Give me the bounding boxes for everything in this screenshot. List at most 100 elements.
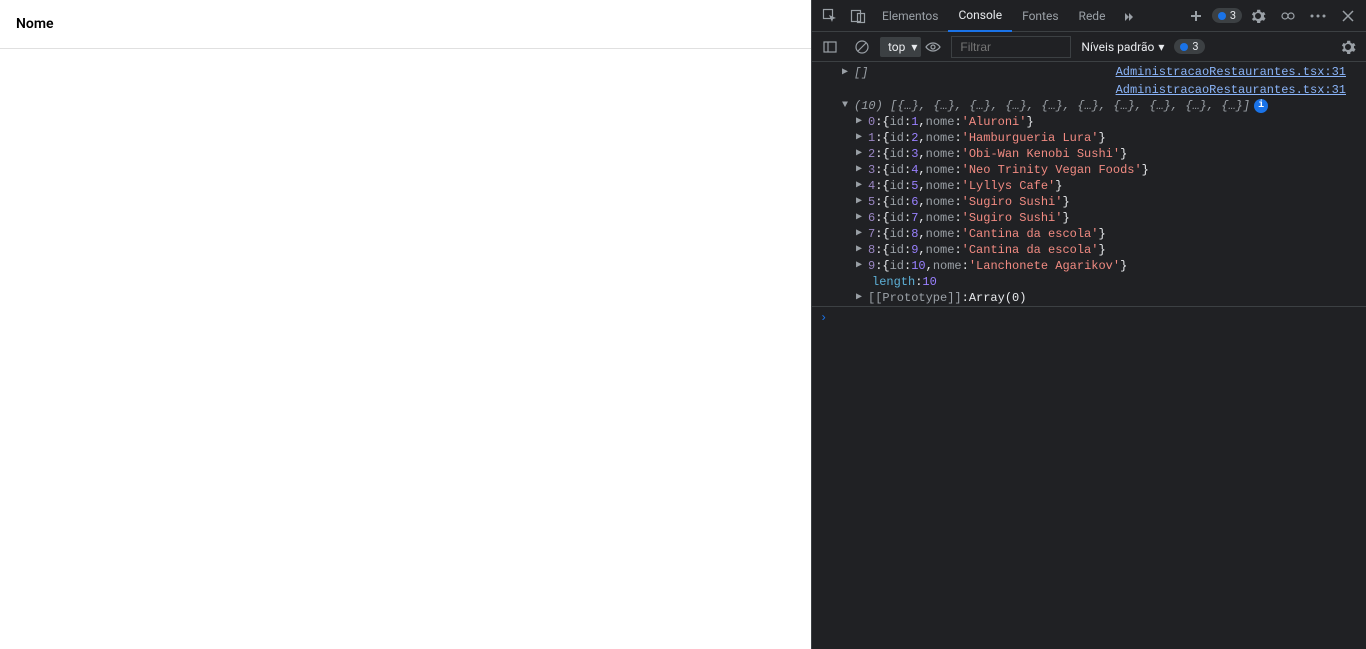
source-file-link[interactable]: AdministracaoRestaurantes.tsx:31 [1116,65,1346,79]
entry-id: 1 [911,114,918,130]
entry-nome: 'Sugiro Sushi' [962,194,1063,210]
issues-dot-icon [1218,12,1226,20]
entry-id: 9 [911,242,918,258]
entry-index: 0 [868,114,875,130]
clear-console-icon[interactable] [848,33,876,61]
devtools-tabs: Elementos Console Fontes Rede [872,0,1115,32]
array-entry-row[interactable]: ▶0: {id: 1, nome: 'Aluroni'} [812,114,1366,130]
expand-arrow-icon[interactable]: ▶ [856,194,866,210]
array-entry-row[interactable]: ▶5: {id: 6, nome: 'Sugiro Sushi'} [812,194,1366,210]
context-label: top [888,40,905,54]
device-toolbar-icon[interactable] [844,2,872,30]
array-header-row[interactable]: ▼ (10) [{…}, {…}, {…}, {…}, {…}, {…}, {…… [812,98,1366,114]
expand-arrow-icon[interactable]: ▶ [856,178,866,194]
entry-index: 1 [868,130,875,146]
log-levels-selector[interactable]: Níveis padrão ▾ [1075,40,1170,54]
entry-nome: 'Neo Trinity Vegan Foods' [962,162,1142,178]
devtools-panel: Elementos Console Fontes Rede 3 [811,0,1366,649]
entry-nome: 'Aluroni' [962,114,1027,130]
prototype-row[interactable]: ▶ [[Prototype]]: Array(0) [812,290,1366,306]
entry-id: 6 [911,194,918,210]
inspect-element-icon[interactable] [816,2,844,30]
tab-elements[interactable]: Elementos [872,0,948,32]
issues-badge[interactable]: 3 [1212,8,1242,23]
entry-nome: 'Lanchonete Agarikov' [969,258,1120,274]
expand-arrow-icon[interactable]: ▶ [856,290,866,306]
close-devtools-icon[interactable] [1334,2,1362,30]
levels-label: Níveis padrão [1081,40,1154,54]
length-key: length [872,274,915,290]
array-preview: [{…}, {…}, {…}, {…}, {…}, {…}, {…}, {…},… [890,98,1250,114]
entry-nome: 'Sugiro Sushi' [962,210,1063,226]
array-entry-row[interactable]: ▶6: {id: 7, nome: 'Sugiro Sushi'} [812,210,1366,226]
array-entry-row[interactable]: ▶2: {id: 3, nome: 'Obi-Wan Kenobi Sushi'… [812,146,1366,162]
live-expression-icon[interactable] [925,39,947,55]
expand-arrow-icon[interactable]: ▶ [856,242,866,258]
entry-index: 3 [868,162,875,178]
entry-id: 4 [911,162,918,178]
entry-nome: 'Cantina da escola' [962,242,1099,258]
toggle-sidebar-icon[interactable] [816,33,844,61]
prompt-chevron-icon: › [820,311,827,325]
entry-nome: 'Hamburgueria Lura' [962,130,1099,146]
entry-index: 9 [868,258,875,274]
toolbar-issues-badge[interactable]: 3 [1174,39,1204,54]
array-count: (10) [854,98,883,114]
array-entry-row[interactable]: ▶9: {id: 10, nome: 'Lanchonete Agarikov'… [812,258,1366,274]
log-row: AdministracaoRestaurantes.tsx:31 [812,82,1366,98]
array-entry-row[interactable]: ▶7: {id: 8, nome: 'Cantina da escola'} [812,226,1366,242]
expand-arrow-icon[interactable]: ▶ [856,114,866,130]
info-icon[interactable]: i [1254,99,1268,113]
settings-gear-icon[interactable] [1244,2,1272,30]
log-source-link[interactable]: AdministracaoRestaurantes.tsx:31 [1116,65,1358,81]
more-tabs-chevron-icon[interactable] [1115,2,1143,30]
expand-arrow-icon[interactable]: ▶ [856,162,866,178]
array-entry-row[interactable]: ▶1: {id: 2, nome: 'Hamburgueria Lura'} [812,130,1366,146]
filter-input[interactable] [951,36,1071,58]
entry-id: 10 [911,258,925,274]
array-entry-row[interactable]: ▶8: {id: 9, nome: 'Cantina da escola'} [812,242,1366,258]
console-prompt[interactable]: › [812,306,1366,329]
devtools-topbar: Elementos Console Fontes Rede 3 [812,0,1366,32]
chevron-down-icon: ▾ [911,40,917,54]
entry-nome: 'Lyllys Cafe' [962,178,1056,194]
entry-index: 8 [868,242,875,258]
array-entry-row[interactable]: ▶3: {id: 4, nome: 'Neo Trinity Vegan Foo… [812,162,1366,178]
new-tab-plus-icon[interactable] [1182,2,1210,30]
entry-id: 2 [911,130,918,146]
source-file-link[interactable]: AdministracaoRestaurantes.tsx:31 [1116,83,1346,97]
log-source-link[interactable]: AdministracaoRestaurantes.tsx:31 [1116,83,1358,97]
entry-index: 4 [868,178,875,194]
console-settings-gear-icon[interactable] [1334,33,1362,61]
collapse-arrow-icon[interactable]: ▼ [842,98,852,114]
prototype-value: Array(0) [969,290,1027,306]
tab-sources[interactable]: Fontes [1012,0,1068,32]
more-menu-icon[interactable] [1304,2,1332,30]
entry-nome: 'Cantina da escola' [962,226,1099,242]
length-row: length: 10 [812,274,1366,290]
entry-index: 7 [868,226,875,242]
expand-arrow-icon[interactable]: ▶ [856,258,866,274]
length-value: 10 [922,274,936,290]
entry-id: 5 [911,178,918,194]
log-value: [] [854,65,868,81]
prototype-key: [[Prototype]] [868,290,962,306]
entry-index: 2 [868,146,875,162]
tab-console[interactable]: Console [948,0,1012,32]
table-header-nome: Nome [0,0,811,49]
expand-arrow-icon[interactable]: ▶ [856,130,866,146]
console-output: ▶ [] AdministracaoRestaurantes.tsx:31 Ad… [812,62,1366,649]
log-row[interactable]: ▶ [] AdministracaoRestaurantes.tsx:31 [812,64,1366,82]
entry-index: 5 [868,194,875,210]
expand-arrow-icon[interactable]: ▶ [856,210,866,226]
expand-arrow-icon[interactable]: ▶ [856,226,866,242]
tab-network[interactable]: Rede [1069,0,1116,32]
expand-arrow-icon[interactable]: ▶ [842,65,852,81]
context-selector[interactable]: top ▾ [880,37,921,57]
console-toolbar: top ▾ Níveis padrão ▾ 3 [812,32,1366,62]
array-entry-row[interactable]: ▶4: {id: 5, nome: 'Lyllys Cafe'} [812,178,1366,194]
issues-dot-icon [1180,43,1188,51]
page-content: Nome [0,0,811,649]
experiments-icon[interactable] [1274,2,1302,30]
expand-arrow-icon[interactable]: ▶ [856,146,866,162]
